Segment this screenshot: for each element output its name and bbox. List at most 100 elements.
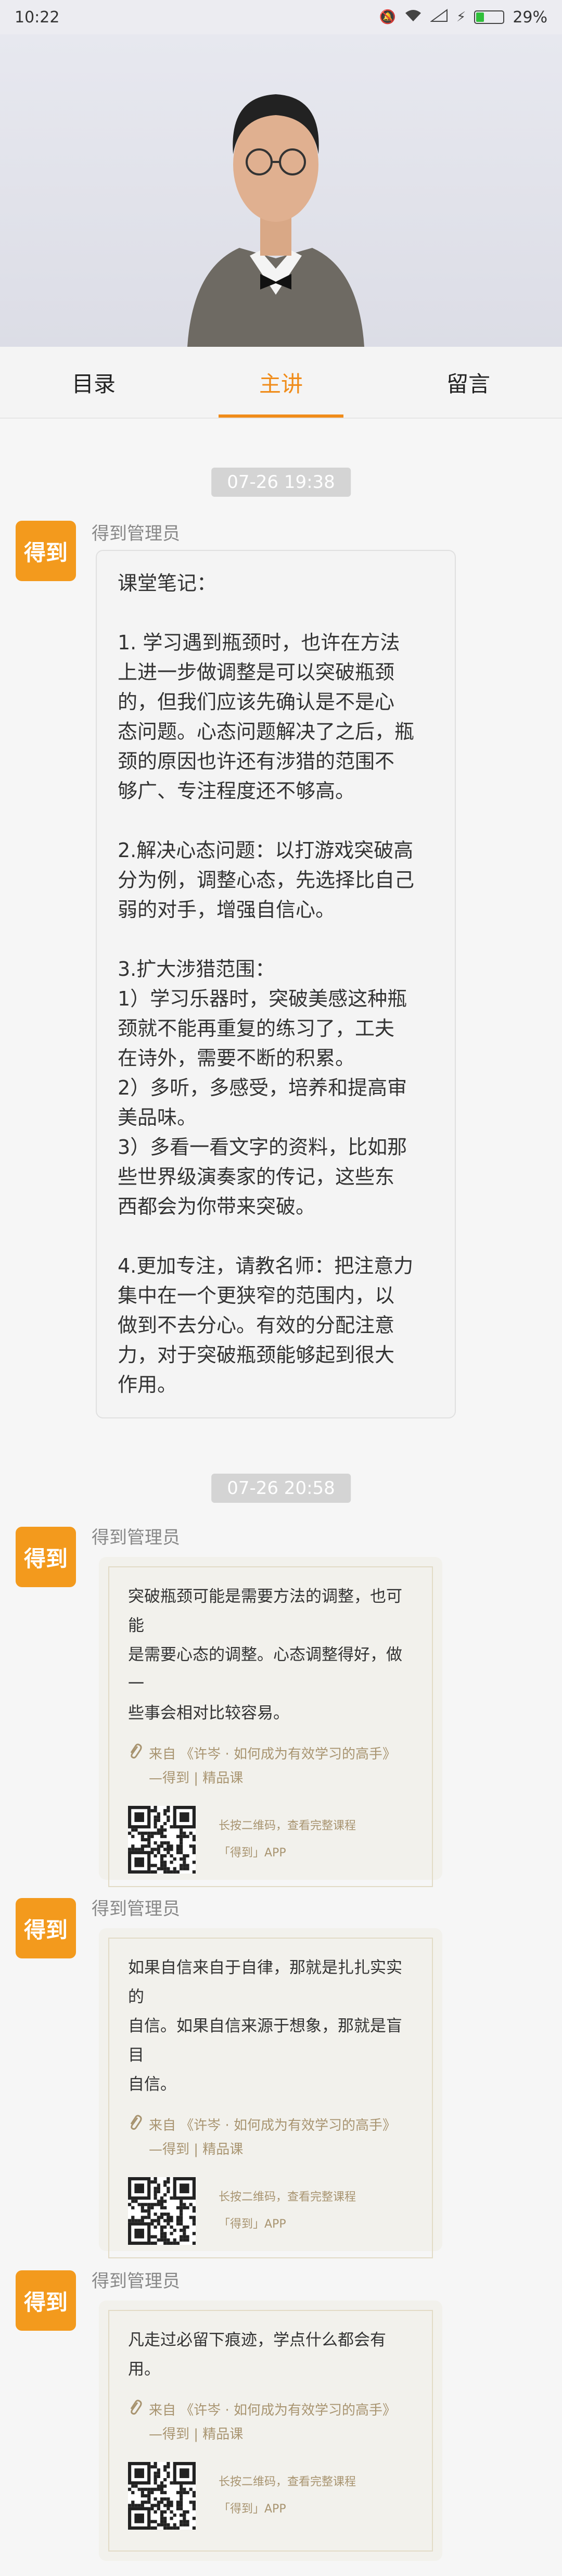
- qr-code-image[interactable]: [128, 2462, 196, 2530]
- note-line: 颈就不能再重复的练习了，工夫: [118, 1017, 395, 1040]
- quote-line: 如果自信来自于自律，那就是扎扎实实的: [128, 1958, 402, 2006]
- note-line: 态问题。心态问题解决了之后，瓶: [118, 720, 415, 743]
- note-line: 的，但我们应该先确认是不是心: [118, 690, 395, 713]
- note-line: 1）学习乐器时，突破美感这种瓶: [118, 987, 407, 1010]
- quote-card-frame: 如果自信来自于自律，那就是扎扎实实的 自信。如果自信来源于想象，那就是盲目自信。来…: [108, 1938, 433, 2258]
- note-line: 够广、专注程度还不够高。: [118, 780, 355, 802]
- signal-icon: [429, 8, 448, 26]
- source-line: 来自 《许岑 · 如何成为有效学习的高手》: [149, 1746, 397, 1762]
- message-timestamp: 07-26 20:58: [211, 1474, 351, 1503]
- note-line: 些世界级演奏家的传记，这些东: [118, 1165, 395, 1188]
- sender-name: 得到管理员: [92, 1899, 180, 1919]
- source-line: —得到 | 精品课: [149, 2427, 244, 2442]
- speaker-portrait-image: [187, 94, 364, 347]
- note-line: 西都会为你带来突破。: [118, 1195, 316, 1218]
- note-line: 作用。: [118, 1373, 177, 1396]
- note-line: 做到不去分心。有效的分配注意: [118, 1314, 395, 1337]
- speaker-hero: [0, 34, 562, 347]
- qr-caption-line: 长按二维码，查看完整课程: [219, 2191, 356, 2204]
- note-line: 课堂笔记：: [118, 572, 217, 595]
- qr-caption-line: 「得到」APP: [219, 1846, 286, 1859]
- quote-line: 自信。: [128, 2075, 176, 2094]
- quote-source[interactable]: 来自 《许岑 · 如何成为有效学习的高手》 —得到 | 精品课: [128, 1742, 417, 1790]
- qr-caption: 长按二维码，查看完整课程 「得到」APP: [219, 2184, 356, 2238]
- avatar[interactable]: 得到: [16, 1527, 76, 1587]
- qr-code-image[interactable]: [128, 2177, 196, 2245]
- tab-bar: 目录 主讲 留言: [0, 347, 562, 419]
- quote-card-frame: 凡走过必留下痕迹，学点什么都会有用。来自 《许岑 · 如何成为有效学习的高手》 —…: [108, 2310, 433, 2552]
- qr-row: 长按二维码，查看完整课程 「得到」APP: [128, 2177, 417, 2245]
- charging-icon: ⚡: [456, 9, 466, 25]
- note-line: 集中在一个更狭窄的范围内，以: [118, 1284, 395, 1307]
- note-line: 在诗外，需要不断的积累。: [118, 1047, 355, 1070]
- mute-bell-icon: 🔕: [379, 9, 397, 25]
- note-line: 上进一步做调整是可以突破瓶颈: [118, 661, 395, 684]
- source-line: —得到 | 精品课: [149, 1770, 244, 1786]
- qr-caption: 长按二维码，查看完整课程 「得到」APP: [219, 1813, 356, 1867]
- qr-caption-line: 长按二维码，查看完整课程: [219, 2476, 356, 2489]
- qr-row: 长按二维码，查看完整课程 「得到」APP: [128, 2462, 417, 2530]
- qr-caption-line: 「得到」APP: [219, 2218, 286, 2231]
- qr-caption-line: 「得到」APP: [219, 2503, 286, 2516]
- avatar[interactable]: 得到: [16, 521, 76, 581]
- note-line: 2）多听，多感受，培养和提高审: [118, 1076, 407, 1099]
- quote-card[interactable]: 如果自信来自于自律，那就是扎扎实实的 自信。如果自信来源于想象，那就是盲目自信。来…: [99, 1928, 442, 2258]
- quote-line: 突破瓶颈可能是需要方法的调整，也可能: [128, 1587, 402, 1635]
- note-line: 分为例，调整心态，先选择比自己: [118, 869, 415, 891]
- tab-comments[interactable]: 留言: [375, 347, 562, 418]
- status-icons: 🔕 ⚡ 29%: [379, 8, 547, 27]
- quote-text: 如果自信来自于自律，那就是扎扎实实的 自信。如果自信来源于想象，那就是盲目自信。: [128, 1953, 417, 2099]
- quote-source[interactable]: 来自 《许岑 · 如何成为有效学习的高手》 —得到 | 精品课: [128, 2398, 417, 2446]
- note-line: 美品味。: [118, 1106, 197, 1129]
- tab-catalog[interactable]: 目录: [0, 347, 187, 418]
- battery-icon: [474, 10, 505, 24]
- quote-card[interactable]: 突破瓶颈可能是需要方法的调整，也可能 是需要心态的调整。心态调整得好，做一些事会相…: [99, 1557, 442, 1887]
- note-message-bubble[interactable]: 课堂笔记： 1. 学习遇到瓶颈时，也许在方法 上进一步做调整是可以突破瓶颈 的，但我们…: [96, 550, 456, 1418]
- battery-percent: 29%: [513, 8, 547, 27]
- note-line: 1. 学习遇到瓶颈时，也许在方法: [118, 631, 400, 654]
- quote-text: 突破瓶颈可能是需要方法的调整，也可能 是需要心态的调整。心态调整得好，做一些事会相…: [128, 1582, 417, 1728]
- sender-name: 得到管理员: [92, 1527, 180, 1548]
- qr-caption: 长按二维码，查看完整课程 「得到」APP: [219, 2469, 356, 2523]
- status-bar: 10:22 🔕 ⚡ 29%: [0, 0, 562, 34]
- avatar[interactable]: 得到: [16, 1898, 76, 1958]
- note-line: 颈的原因也许还有涉猎的范围不: [118, 750, 395, 773]
- source-line: —得到 | 精品课: [149, 2142, 244, 2157]
- paperclip-icon: [128, 2114, 149, 2162]
- paperclip-icon: [128, 1742, 149, 1790]
- quote-line: 自信。如果自信来源于想象，那就是盲目: [128, 2017, 402, 2065]
- note-line: 2.解决心态问题：以打游戏突破高: [118, 839, 414, 862]
- source-line: 来自 《许岑 · 如何成为有效学习的高手》: [149, 2403, 397, 2418]
- note-line: 3）多看一看文字的资料，比如那: [118, 1136, 407, 1159]
- note-line: 4.更加专注，请教名师：把注意力: [118, 1254, 414, 1277]
- quote-line: 凡走过必留下痕迹，学点什么都会有用。: [128, 2331, 386, 2379]
- quote-source[interactable]: 来自 《许岑 · 如何成为有效学习的高手》 —得到 | 精品课: [128, 2114, 417, 2162]
- qr-row: 长按二维码，查看完整课程 「得到」APP: [128, 1806, 417, 1874]
- quote-line: 是需要心态的调整。心态调整得好，做一: [128, 1645, 402, 1693]
- quote-text: 凡走过必留下痕迹，学点什么都会有用。: [128, 2326, 417, 2384]
- quote-card-frame: 突破瓶颈可能是需要方法的调整，也可能 是需要心态的调整。心态调整得好，做一些事会相…: [108, 1566, 433, 1887]
- avatar[interactable]: 得到: [16, 2270, 76, 2331]
- note-line: 弱的对手，增强自信心。: [118, 898, 336, 921]
- quote-card[interactable]: 凡走过必留下痕迹，学点什么都会有用。来自 《许岑 · 如何成为有效学习的高手》 —…: [99, 2301, 442, 2561]
- note-line: 3.扩大涉猎范围：: [118, 958, 275, 981]
- qr-caption-line: 长按二维码，查看完整课程: [219, 1819, 356, 1832]
- source-line: 来自 《许岑 · 如何成为有效学习的高手》: [149, 2118, 397, 2133]
- source-lines: 来自 《许岑 · 如何成为有效学习的高手》 —得到 | 精品课: [149, 2114, 396, 2162]
- message-timestamp: 07-26 19:38: [211, 468, 351, 497]
- paperclip-icon: [128, 2398, 149, 2446]
- status-time: 10:22: [15, 8, 60, 27]
- sender-name: 得到管理员: [92, 523, 180, 544]
- note-line: 力，对于突破瓶颈能够起到很大: [118, 1343, 395, 1366]
- source-lines: 来自 《许岑 · 如何成为有效学习的高手》 —得到 | 精品课: [149, 1742, 396, 1790]
- wifi-icon: [404, 9, 422, 26]
- qr-code-image[interactable]: [128, 1806, 196, 1874]
- quote-line: 些事会相对比较容易。: [128, 1704, 289, 1723]
- source-lines: 来自 《许岑 · 如何成为有效学习的高手》 —得到 | 精品课: [149, 2398, 396, 2446]
- tab-lecture[interactable]: 主讲: [187, 347, 375, 418]
- sender-name: 得到管理员: [92, 2271, 180, 2292]
